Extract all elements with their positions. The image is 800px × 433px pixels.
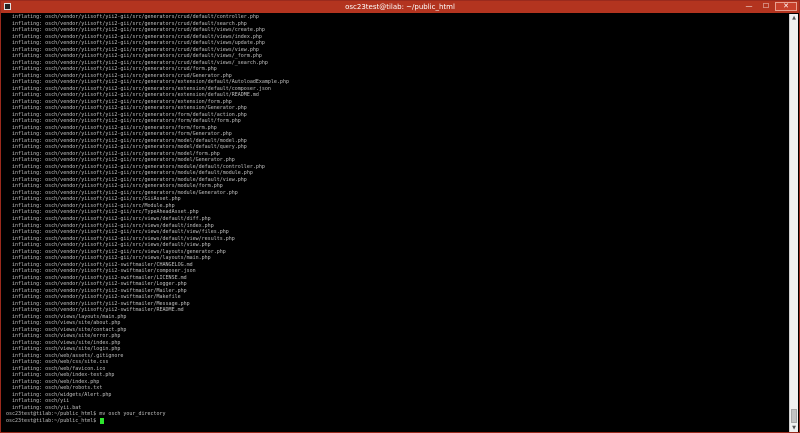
title-bar[interactable]: osc23test@tilab: ~/public_html — ☐ ✕ <box>1 1 799 13</box>
vertical-scrollbar[interactable]: ▲ ▼ <box>789 14 798 432</box>
terminal-window: osc23test@tilab: ~/public_html — ☐ ✕ inf… <box>0 0 800 433</box>
scroll-thumb[interactable] <box>791 409 797 423</box>
scroll-up-arrow-icon[interactable]: ▲ <box>790 14 798 22</box>
text-cursor <box>100 417 105 424</box>
window-controls: — ☐ ✕ <box>741 2 797 12</box>
scroll-down-arrow-icon[interactable]: ▼ <box>790 424 798 432</box>
terminal-prompt-line[interactable]: osc23test@tilab:~/public_html$ <box>6 417 789 425</box>
minimize-button[interactable]: — <box>741 2 757 11</box>
window-title: osc23test@tilab: ~/public_html <box>345 3 455 11</box>
terminal-output-area[interactable]: inflating: osch/vendor/yiisoft/yii2-gii/… <box>3 14 789 432</box>
maximize-button[interactable]: ☐ <box>758 2 774 11</box>
terminal-output: inflating: osch/vendor/yiisoft/yii2-gii/… <box>3 14 789 424</box>
shell-prompt: osc23test@tilab:~/public_html$ <box>6 417 100 424</box>
close-button[interactable]: ✕ <box>775 2 797 11</box>
terminal-app-icon[interactable] <box>4 3 11 10</box>
